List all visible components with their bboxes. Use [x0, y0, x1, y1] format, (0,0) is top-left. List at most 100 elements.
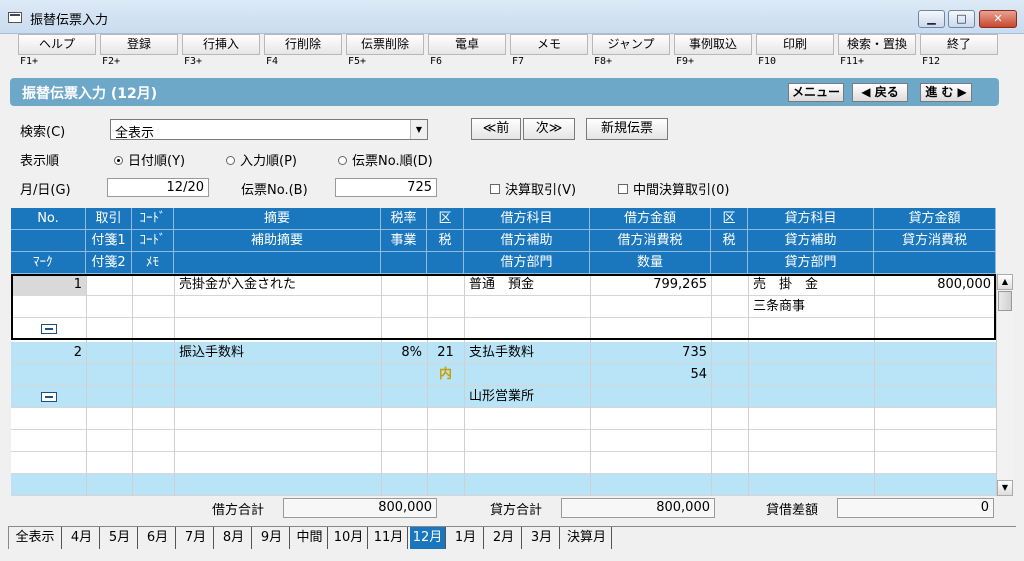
- tab-october[interactable]: 10月: [330, 527, 368, 549]
- fkey-import-case[interactable]: 事例取込 F9+: [674, 34, 754, 72]
- help-button[interactable]: ヘルプ: [18, 34, 96, 55]
- tax-type-badge[interactable]: 内: [427, 364, 464, 386]
- tax-code[interactable]: 21: [427, 342, 464, 364]
- slip-no-field[interactable]: 725: [335, 178, 437, 197]
- table-row[interactable]: [11, 408, 996, 430]
- key-label: F5+: [348, 56, 367, 67]
- grid-line: [174, 274, 175, 496]
- back-button[interactable]: ◀ 戻る: [852, 83, 908, 102]
- note-icon[interactable]: [41, 324, 57, 334]
- grid-line: [874, 274, 875, 496]
- interim-checkbox[interactable]: 中間決算取引(0): [618, 179, 729, 198]
- fkey-print[interactable]: 印刷 F10: [756, 34, 836, 72]
- fkey-delete-slip[interactable]: 伝票削除 F5+: [346, 34, 426, 72]
- tab-fiscal-end[interactable]: 決算月: [562, 527, 612, 549]
- checkbox-icon: [618, 184, 628, 194]
- debit-amount[interactable]: 799,265: [590, 274, 707, 296]
- col-empty4: [711, 252, 748, 274]
- tab-all[interactable]: 全表示: [8, 527, 62, 549]
- entry-no: 2: [73, 345, 82, 360]
- calculator-button[interactable]: 電卓: [428, 34, 506, 55]
- print-button[interactable]: 印刷: [756, 34, 834, 55]
- col-memo: ﾒﾓ: [132, 252, 174, 274]
- order-entry-radio[interactable]: 入力順(P): [226, 150, 297, 169]
- date-field[interactable]: 12/20: [107, 178, 209, 197]
- jump-button[interactable]: ジャンプ: [592, 34, 670, 55]
- table-row[interactable]: [11, 452, 996, 474]
- key-label: F9+: [676, 56, 695, 67]
- tab-july[interactable]: 7月: [178, 527, 214, 549]
- settlement-label: 決算取引(V): [505, 183, 577, 198]
- close-button[interactable]: ✕: [979, 10, 1017, 28]
- tax-rate[interactable]: 8%: [381, 342, 422, 364]
- order-date-radio[interactable]: 日付順(Y): [114, 150, 185, 169]
- debit-account[interactable]: 普通 預金: [469, 274, 589, 296]
- debit-amount[interactable]: 735: [590, 342, 707, 364]
- chevron-down-icon[interactable]: ▼: [410, 120, 427, 139]
- search-select-value: 全表示: [115, 126, 155, 141]
- next-button[interactable]: 次≫: [523, 118, 575, 140]
- grid-line: [86, 274, 87, 496]
- debit-account[interactable]: 支払手数料: [469, 342, 589, 364]
- delete-slip-button[interactable]: 伝票削除: [346, 34, 424, 55]
- credit-total: 800,000: [561, 498, 715, 518]
- table-row[interactable]: [11, 430, 996, 452]
- menu-button[interactable]: メニュー: [788, 83, 844, 102]
- note-icon[interactable]: [41, 392, 57, 402]
- checkbox-icon: [490, 184, 500, 194]
- prev-button[interactable]: ≪前: [471, 118, 521, 140]
- scroll-thumb[interactable]: [998, 291, 1012, 311]
- credit-sub-account[interactable]: 三条商事: [753, 296, 873, 318]
- col-blank: [11, 230, 86, 252]
- delete-row-button[interactable]: 行削除: [264, 34, 342, 55]
- settlement-checkbox[interactable]: 決算取引(V): [490, 179, 576, 198]
- fkey-help[interactable]: ヘルプ F1+: [18, 34, 98, 72]
- tab-august[interactable]: 8月: [216, 527, 252, 549]
- tab-november[interactable]: 11月: [370, 527, 408, 549]
- minimize-button[interactable]: ▁: [918, 10, 945, 28]
- memo-button[interactable]: メモ: [510, 34, 588, 55]
- scroll-up-icon[interactable]: ▲: [997, 274, 1013, 290]
- insert-row-button[interactable]: 行挿入: [182, 34, 260, 55]
- search-replace-button[interactable]: 検索・置換: [838, 34, 916, 55]
- tab-september[interactable]: 9月: [254, 527, 290, 549]
- fkey-register[interactable]: 登録 F2+: [100, 34, 180, 72]
- table-row[interactable]: [11, 364, 996, 386]
- credit-amount[interactable]: 800,000: [874, 274, 991, 296]
- order-slip-radio[interactable]: 伝票No.順(D): [338, 150, 433, 169]
- entry-summary[interactable]: 振込手数料: [179, 342, 379, 364]
- new-slip-button[interactable]: 新規伝票: [586, 118, 668, 140]
- search-select[interactable]: 全表示 ▼: [110, 119, 428, 141]
- month-tabs: 全表示 4月 5月 6月 7月 8月 9月 中間 10月 11月 12月 1月 …: [8, 526, 1016, 550]
- tab-april[interactable]: 4月: [64, 527, 100, 549]
- tab-june[interactable]: 6月: [140, 527, 176, 549]
- tab-january[interactable]: 1月: [448, 527, 484, 549]
- fkey-jump[interactable]: ジャンプ F8+: [592, 34, 672, 72]
- tab-december[interactable]: 12月: [410, 527, 446, 549]
- fkey-delete-row[interactable]: 行削除 F4: [264, 34, 344, 72]
- table-row[interactable]: [11, 318, 996, 340]
- table-row[interactable]: [11, 474, 996, 496]
- tab-march[interactable]: 3月: [524, 527, 560, 549]
- fkey-insert-row[interactable]: 行挿入 F3+: [182, 34, 262, 72]
- fkey-search-replace[interactable]: 検索・置換 F11+: [838, 34, 918, 72]
- maximize-button[interactable]: □: [948, 10, 975, 28]
- register-button[interactable]: 登録: [100, 34, 178, 55]
- col-tag1: 付箋1: [86, 230, 132, 252]
- credit-account[interactable]: 売 掛 金: [753, 274, 873, 296]
- tab-may[interactable]: 5月: [102, 527, 138, 549]
- tab-interim[interactable]: 中間: [292, 527, 328, 549]
- scroll-down-icon[interactable]: ▼: [997, 480, 1013, 496]
- vertical-scrollbar[interactable]: ▲ ▼: [996, 274, 1013, 496]
- key-label: F10: [758, 56, 777, 67]
- fkey-exit[interactable]: 終了 F12: [920, 34, 1000, 72]
- fkey-memo[interactable]: メモ F7: [510, 34, 590, 72]
- entry-summary[interactable]: 売掛金が入金された: [179, 274, 379, 296]
- exit-button[interactable]: 終了: [920, 34, 998, 55]
- debit-dept[interactable]: 山形営業所: [469, 386, 589, 408]
- debit-tax[interactable]: 54: [590, 364, 707, 386]
- forward-button[interactable]: 進 む ▶: [920, 83, 972, 102]
- fkey-calculator[interactable]: 電卓 F6: [428, 34, 508, 72]
- tab-february[interactable]: 2月: [486, 527, 522, 549]
- import-case-button[interactable]: 事例取込: [674, 34, 752, 55]
